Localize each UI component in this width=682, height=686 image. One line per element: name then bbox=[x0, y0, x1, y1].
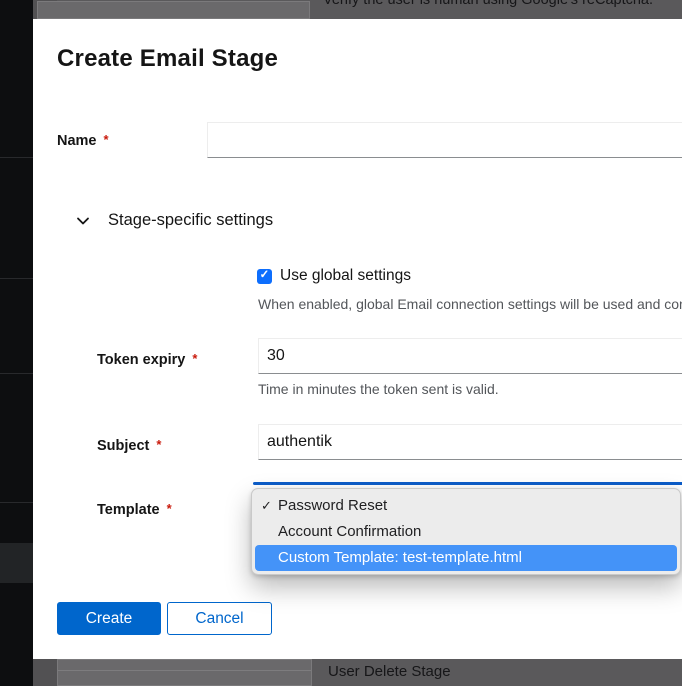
stage-specific-settings-toggle[interactable]: Stage-specific settings bbox=[75, 211, 273, 230]
token-expiry-label: Token expiry * bbox=[97, 351, 197, 368]
backdrop-top-strip: Verify the user is human using Google's … bbox=[0, 0, 682, 19]
token-expiry-helper: Time in minutes the token sent is valid. bbox=[258, 381, 682, 397]
name-label-text: Name bbox=[57, 133, 97, 149]
section-title: Stage-specific settings bbox=[108, 211, 273, 230]
use-global-settings-label[interactable]: Use global settings bbox=[280, 267, 411, 285]
use-global-settings-helper: When enabled, global Email connection se… bbox=[258, 296, 682, 312]
dropdown-item-custom-template[interactable]: Custom Template: test-template.html bbox=[255, 545, 677, 571]
modal-title: Create Email Stage bbox=[57, 45, 278, 73]
use-global-settings-row: ✓ Use global settings bbox=[257, 267, 411, 285]
subject-label-text: Subject bbox=[97, 438, 149, 454]
token-expiry-input[interactable] bbox=[258, 338, 682, 374]
sidebar-divider bbox=[0, 278, 33, 279]
token-expiry-label-text: Token expiry bbox=[97, 352, 185, 368]
dropdown-item-label: Password Reset bbox=[278, 497, 387, 514]
sidebar-divider bbox=[0, 373, 33, 374]
subject-label: Subject * bbox=[97, 437, 161, 454]
template-label: Template * bbox=[97, 501, 172, 518]
use-global-settings-checkbox[interactable]: ✓ bbox=[257, 269, 272, 284]
name-input[interactable] bbox=[207, 122, 682, 158]
name-label: Name * bbox=[57, 132, 109, 149]
backdrop-stage-name-text: User Delete Stage bbox=[328, 663, 451, 680]
backdrop-table-divider bbox=[58, 670, 311, 671]
cancel-button[interactable]: Cancel bbox=[167, 602, 272, 635]
backdrop-bottom-strip: User Delete Stage bbox=[0, 659, 682, 686]
backdrop-table-cell bbox=[57, 659, 312, 686]
subject-required-asterisk: * bbox=[156, 437, 161, 452]
template-dropdown-menu: ✓ Password Reset Account Confirmation Cu… bbox=[251, 488, 681, 575]
dropdown-item-label: Custom Template: test-template.html bbox=[278, 549, 522, 566]
dropdown-item-label: Account Confirmation bbox=[278, 523, 421, 540]
template-select-focus-border[interactable] bbox=[253, 482, 682, 485]
app-sidebar bbox=[0, 0, 33, 686]
token-expiry-required-asterisk: * bbox=[192, 351, 197, 366]
check-icon: ✓ bbox=[261, 493, 272, 519]
backdrop-table-checkbox-column bbox=[33, 659, 57, 686]
create-button[interactable]: Create bbox=[57, 602, 161, 635]
template-label-text: Template bbox=[97, 502, 160, 518]
sidebar-divider bbox=[0, 502, 33, 503]
dropdown-item-password-reset[interactable]: ✓ Password Reset bbox=[252, 493, 680, 519]
chevron-down-icon bbox=[75, 213, 91, 229]
sidebar-active-item bbox=[0, 543, 33, 583]
create-email-stage-modal: Create Email Stage Name * Stage-specific … bbox=[33, 19, 682, 659]
backdrop-table-cell bbox=[37, 1, 310, 19]
dropdown-item-account-confirmation[interactable]: Account Confirmation bbox=[252, 519, 680, 545]
checkbox-check-icon: ✓ bbox=[260, 270, 270, 282]
sidebar-divider bbox=[0, 157, 33, 158]
screen: Verify the user is human using Google's … bbox=[0, 0, 682, 686]
subject-input[interactable] bbox=[258, 424, 682, 460]
backdrop-recaptcha-text: Verify the user is human using Google's … bbox=[323, 0, 653, 8]
name-required-asterisk: * bbox=[104, 132, 109, 147]
template-required-asterisk: * bbox=[167, 501, 172, 516]
